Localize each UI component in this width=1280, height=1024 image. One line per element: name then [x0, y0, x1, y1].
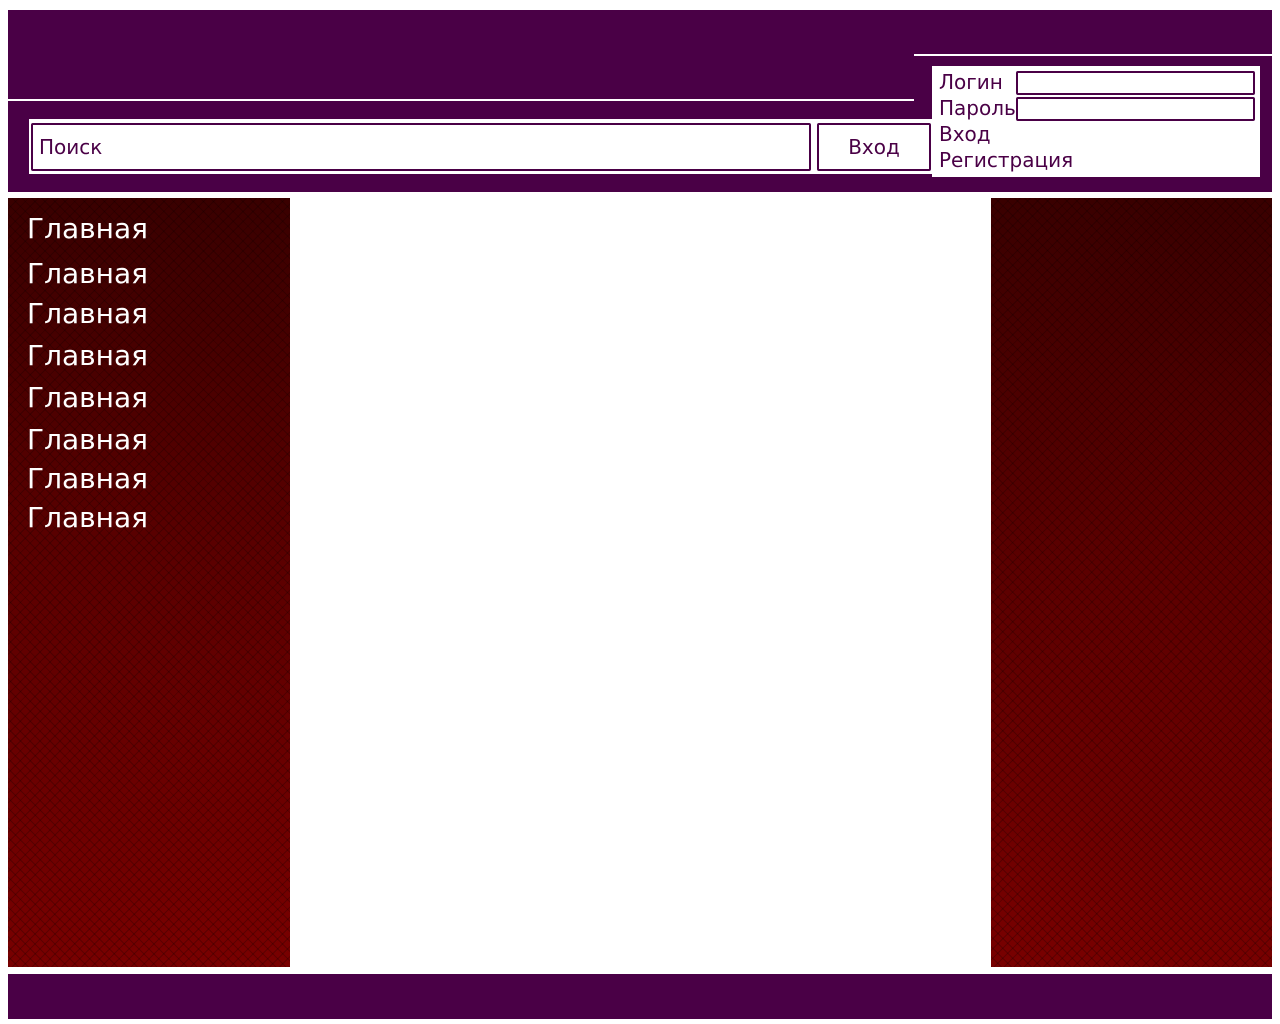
sidebar-item-home[interactable]: Главная	[27, 257, 148, 290]
login-link[interactable]: Вход	[939, 122, 991, 146]
register-link[interactable]: Регистрация	[939, 148, 1073, 172]
sidebar-item-home[interactable]: Главная	[27, 339, 148, 372]
sidebar-item-home[interactable]: Главная	[27, 462, 148, 495]
password-label: Пароль	[939, 96, 1016, 120]
password-field[interactable]	[1016, 97, 1255, 121]
search-input[interactable]	[31, 123, 811, 171]
site-footer	[8, 974, 1272, 1019]
header-divider-right	[914, 54, 1272, 56]
header-divider-left	[8, 99, 914, 101]
login-field[interactable]	[1016, 71, 1255, 95]
right-sidebar	[991, 198, 1272, 967]
sidebar-item-home[interactable]: Главная	[27, 297, 148, 330]
sidebar-item-home[interactable]: Главная	[27, 501, 148, 534]
sidebar-item-home[interactable]: Главная	[27, 212, 148, 245]
login-label: Логин	[939, 70, 1003, 94]
search-submit-button[interactable]: Вход	[817, 123, 931, 171]
sidebar-item-home[interactable]: Главная	[27, 381, 148, 414]
sidebar-item-home[interactable]: Главная	[27, 423, 148, 456]
